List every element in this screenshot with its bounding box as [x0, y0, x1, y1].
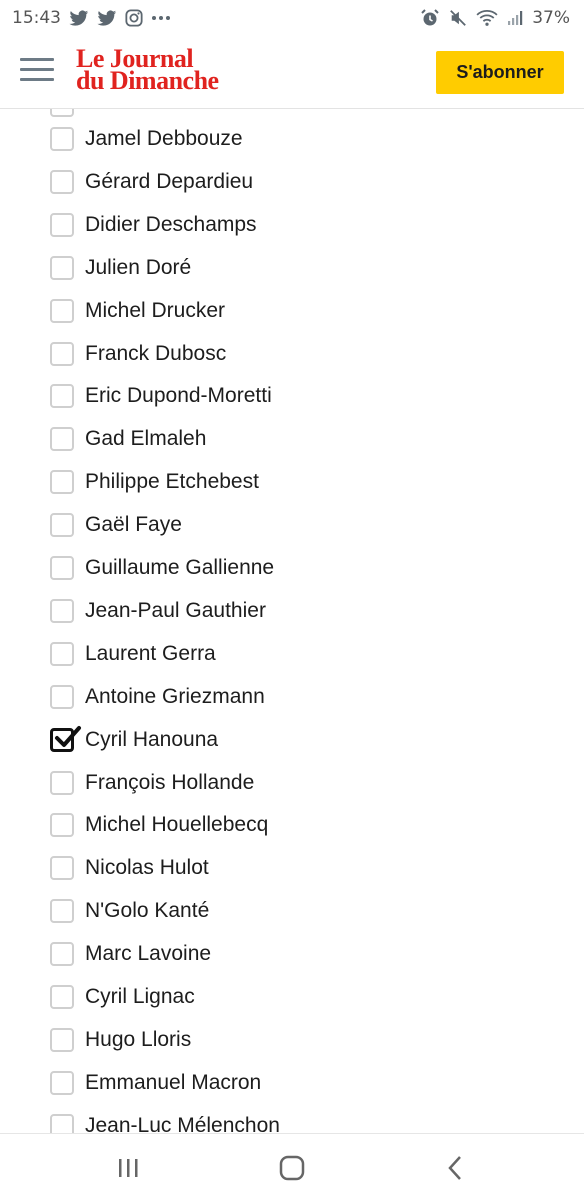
clock: 15:43 [12, 8, 61, 28]
person-checkbox-list: Jamel Debbouze Gérard Depardieu Didier Des… [0, 109, 584, 1133]
checkbox-checked[interactable] [50, 725, 81, 752]
list-item[interactable]: Guillaume Gallienne [50, 548, 274, 588]
list-item[interactable]: Emmanuel Macron [50, 1063, 261, 1103]
list-item[interactable]: Cyril Hanouna [50, 720, 218, 760]
checkbox[interactable] [50, 1027, 74, 1052]
list-item[interactable]: Nicolas Hulot [50, 848, 209, 888]
checkbox[interactable] [50, 127, 74, 151]
subscribe-button[interactable]: S'abonner [436, 51, 564, 94]
list-item-label: Cyril Hanouna [85, 727, 219, 751]
signal-icon [507, 10, 523, 26]
list-item-label: Jean-Paul Gauthier [85, 598, 266, 622]
list-item-label: Gad Elmaleh [85, 427, 207, 451]
list-item[interactable]: Michel Drucker [50, 291, 225, 331]
system-nav-bar [0, 1133, 584, 1201]
checkbox[interactable] [50, 770, 74, 795]
checkbox[interactable] [50, 384, 74, 409]
checkbox[interactable] [50, 169, 74, 194]
list-item-label: Michel Houellebecq [85, 813, 269, 837]
list-item-label: Emmanuel Macron [85, 1070, 262, 1094]
checkbox[interactable] [50, 513, 74, 538]
list-item[interactable]: Cyril Lignac [50, 977, 195, 1017]
more-dots-icon [151, 15, 171, 21]
list-item[interactable]: Marc Lavoine [50, 934, 211, 974]
list-item-label: Nicolas Hulot [85, 856, 209, 880]
checkbox[interactable] [50, 899, 74, 924]
logo-line-2: du Dimanche [76, 66, 219, 95]
instagram-icon [125, 9, 143, 27]
list-item-label: Laurent Gerra [85, 641, 216, 665]
checkbox[interactable] [50, 470, 74, 495]
list-item-label: Jean-Luc Mélenchon [85, 1113, 280, 1133]
list-item-label: Gérard Depardieu [85, 169, 254, 193]
checkbox[interactable] [50, 598, 74, 623]
alarm-icon [420, 8, 440, 28]
list-item[interactable]: Hugo Lloris [50, 1020, 191, 1060]
checkbox[interactable] [50, 212, 74, 237]
battery-level: 37% [532, 8, 570, 28]
list-item[interactable]: Michel Houellebecq [50, 805, 268, 845]
list-item[interactable]: Jean-Paul Gauthier [50, 591, 266, 631]
mute-icon [449, 9, 467, 27]
checkbox[interactable] [50, 556, 74, 580]
checkbox[interactable] [50, 255, 74, 280]
list-item-label: Franck Dubosc [85, 341, 227, 365]
checkbox[interactable] [50, 109, 74, 117]
checkbox[interactable] [50, 684, 74, 709]
list-item-label: Guillaume Gallienne [85, 556, 275, 579]
hamburger-menu-icon[interactable] [20, 58, 54, 86]
list-item-label: Marc Lavoine [85, 942, 212, 966]
list-item-label: Michel Drucker [85, 298, 226, 322]
list-item-label: Eric Dupond-Moretti [85, 384, 272, 408]
list-item[interactable]: Philippe Etchebest [50, 462, 259, 502]
checkbox[interactable] [50, 641, 74, 666]
back-icon[interactable] [436, 1152, 476, 1184]
list-item-label: François Hollande [85, 770, 255, 794]
list-item[interactable]: Gad Elmaleh [50, 419, 206, 459]
twitter-icon [69, 9, 89, 27]
checkbox[interactable] [50, 1113, 74, 1133]
recent-apps-icon[interactable] [108, 1152, 148, 1184]
list-item-label: Jamel Debbouze [85, 127, 243, 150]
home-icon[interactable] [272, 1152, 312, 1184]
site-header: Le Journal du Dimanche S'abonner [0, 36, 584, 109]
list-item[interactable]: Laurent Gerra [50, 634, 216, 674]
list-item[interactable]: Gérard Depardieu [50, 162, 253, 202]
list-item-label: Antoine Griezmann [85, 684, 265, 708]
list-item-label: Hugo Lloris [85, 1027, 192, 1051]
wifi-icon [476, 9, 498, 27]
list-item-label: Didier Deschamps [85, 212, 257, 236]
list-item[interactable]: Franck Dubosc [50, 334, 226, 374]
checkbox[interactable] [50, 298, 74, 323]
status-bar-left: 15:43 [0, 8, 171, 28]
list-item[interactable]: Jamel Debbouze [50, 119, 243, 159]
list-item[interactable]: N'Golo Kanté [50, 891, 209, 931]
twitter-icon [97, 9, 117, 27]
checkbox[interactable] [50, 856, 74, 881]
site-logo[interactable]: Le Journal du Dimanche [76, 46, 219, 95]
list-item[interactable]: Julien Doré [50, 248, 191, 288]
checkbox[interactable] [50, 985, 74, 1009]
list-item-label: Gaël Faye [85, 513, 182, 537]
list-item-label: Philippe Etchebest [85, 470, 259, 494]
checkbox[interactable] [50, 942, 74, 967]
checkbox[interactable] [50, 1070, 74, 1095]
status-bar-right: 37% [420, 8, 584, 28]
list-item-label: Cyril Lignac [85, 985, 195, 1008]
list-item-label: N'Golo Kanté [85, 899, 210, 923]
list-item-label: Julien Doré [85, 255, 192, 279]
list-item[interactable]: Eric Dupond-Moretti [50, 376, 272, 416]
list-item[interactable]: Antoine Griezmann [50, 677, 265, 717]
list-item[interactable]: Jean-Luc Mélenchon [50, 1106, 280, 1133]
list-item[interactable]: Gaël Faye [50, 505, 182, 545]
status-bar: 15:43 37% [0, 0, 584, 36]
checkbox[interactable] [50, 427, 74, 452]
list-item[interactable]: François Hollande [50, 763, 254, 803]
list-item[interactable]: Didier Deschamps [50, 205, 257, 245]
checkmark-icon [52, 722, 82, 757]
checkbox[interactable] [50, 813, 74, 838]
checkbox[interactable] [50, 341, 74, 366]
